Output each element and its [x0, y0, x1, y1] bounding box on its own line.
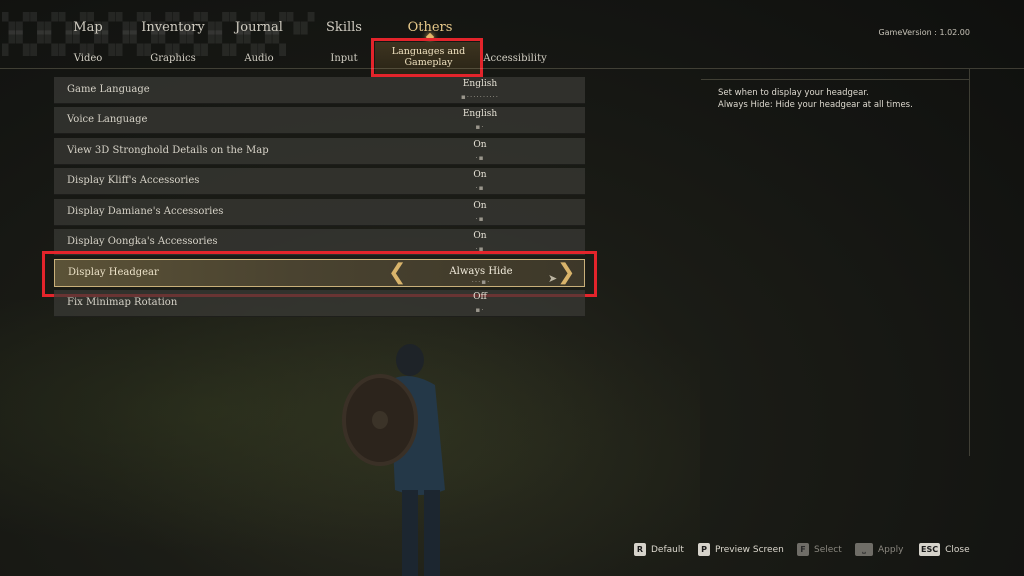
setting-description: Set when to display your headgear. Alway… [718, 87, 913, 111]
hint-label: Close [945, 544, 970, 555]
hint-label: Apply [878, 544, 904, 555]
setting-value: On [473, 201, 487, 211]
setting-row-fix-minimap-rotation[interactable]: Fix Minimap Rotation Off ▪· [54, 290, 585, 317]
option-indicator-dots: ▪·········· [461, 93, 499, 101]
setting-row-voice-language[interactable]: Voice Language English ▪· [54, 107, 585, 134]
setting-value: English [462, 79, 498, 89]
hint-label: Default [651, 544, 684, 555]
setting-label: View 3D Stronghold Details on the Map [67, 145, 269, 156]
setting-value: Always Hide [449, 266, 513, 277]
setting-label: Display Damiane's Accessories [67, 206, 224, 217]
option-indicator-dots: ▪· [475, 123, 485, 131]
tab-journal[interactable]: Journal [235, 20, 283, 35]
subtab-graphics[interactable]: Graphics [150, 53, 196, 64]
hint-label: Preview Screen [715, 544, 784, 555]
setting-row-kliff-accessories[interactable]: Display Kliff's Accessories On ·▪ [54, 168, 585, 195]
subtab-label-line2: Gameplay [404, 57, 453, 68]
key-esc-icon: ESC [919, 543, 941, 556]
setting-value: On [473, 231, 487, 241]
description-line-2: Always Hide: Hide your headgear at all t… [718, 100, 913, 110]
panel-divider [701, 79, 969, 80]
hint-default[interactable]: R Default [634, 543, 684, 556]
hint-preview-screen[interactable]: P Preview Screen [698, 543, 784, 556]
setting-value: English [462, 109, 498, 119]
subtab-accessibility[interactable]: Accessibility [483, 53, 546, 64]
setting-label: Display Oongka's Accessories [67, 236, 218, 247]
setting-value: On [473, 140, 487, 150]
setting-row-damiane-accessories[interactable]: Display Damiane's Accessories On ·▪ [54, 199, 585, 226]
tab-map[interactable]: Map [73, 20, 102, 35]
option-indicator-dots: ▪· [475, 306, 485, 314]
game-version: GameVersion : 1.02.00 [878, 28, 970, 37]
subtab-input[interactable]: Input [330, 53, 357, 64]
mouse-cursor-icon: ➤ [548, 272, 558, 285]
description-line-1: Set when to display your headgear. [718, 88, 869, 98]
subtab-label: Languages and Gameplay [375, 46, 482, 68]
subtab-languages-gameplay[interactable]: Languages and Gameplay [375, 42, 482, 76]
option-indicator-dots: ·▪ [475, 154, 485, 162]
setting-row-display-headgear[interactable]: Display Headgear ❮ Always Hide ···▪· ❯ ➤ [54, 259, 585, 287]
character-silhouette [342, 344, 445, 576]
setting-label: Display Headgear [68, 267, 159, 278]
subtab-label-line1: Languages and [391, 46, 466, 57]
setting-row-oongka-accessories[interactable]: Display Oongka's Accessories On ·▪ [54, 229, 585, 256]
option-indicator-dots: ·▪ [475, 215, 485, 223]
option-indicator-dots: ·▪ [475, 245, 485, 253]
setting-label: Fix Minimap Rotation [67, 297, 178, 308]
background-scene [0, 300, 700, 576]
nav-divider [0, 68, 1024, 69]
hint-close[interactable]: ESC Close [919, 543, 970, 556]
setting-value: Off [473, 292, 487, 302]
hint-label: Select [814, 544, 842, 555]
key-p-icon: P [698, 543, 710, 556]
setting-label: Voice Language [67, 114, 148, 125]
panel-border [969, 69, 970, 456]
subtab-video[interactable]: Video [74, 53, 103, 64]
setting-label: Display Kliff's Accessories [67, 175, 200, 186]
tab-skills[interactable]: Skills [326, 20, 362, 35]
setting-value: On [473, 170, 487, 180]
chevron-left-icon[interactable]: ❮ [388, 261, 406, 285]
setting-row-view-3d-stronghold[interactable]: View 3D Stronghold Details on the Map On… [54, 138, 585, 165]
setting-row-game-language[interactable]: Game Language English ▪·········· [54, 77, 585, 104]
chevron-right-icon[interactable]: ❯ [557, 261, 575, 285]
hint-apply: ⎵ Apply [855, 543, 903, 556]
key-r-icon: R [634, 543, 646, 556]
option-indicator-dots: ·▪ [475, 184, 485, 192]
tab-inventory[interactable]: Inventory [141, 20, 205, 35]
key-f-icon: F [797, 543, 809, 556]
setting-label: Game Language [67, 84, 150, 95]
subtab-audio[interactable]: Audio [244, 53, 273, 64]
key-space-icon: ⎵ [855, 543, 873, 556]
hint-select: F Select [797, 543, 842, 556]
option-indicator-dots: ···▪· [471, 278, 491, 286]
